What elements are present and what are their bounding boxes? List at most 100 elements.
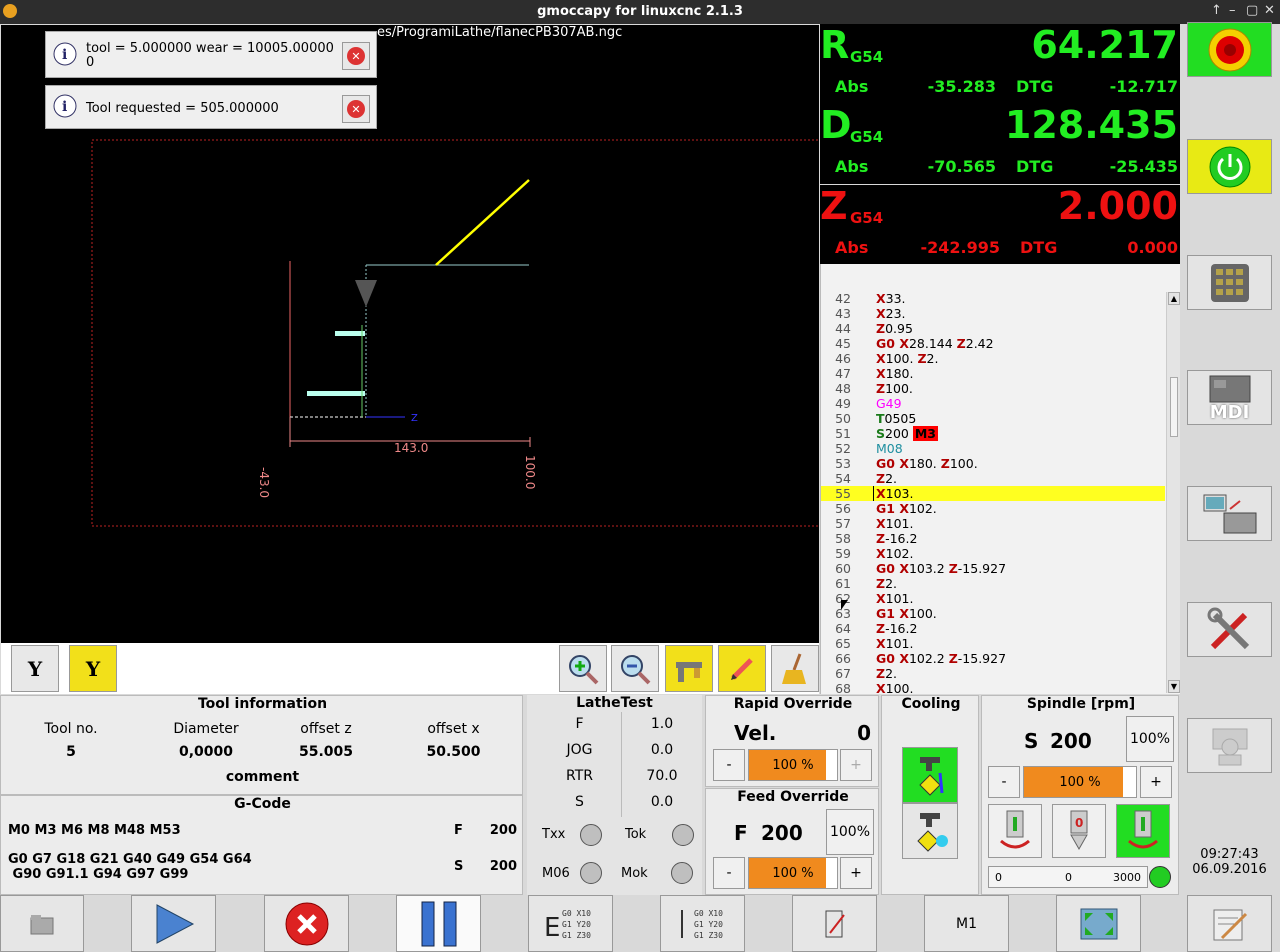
auto-mode-button[interactable] (1187, 486, 1272, 541)
spindle-stop-button[interactable]: 0 (1052, 804, 1106, 858)
spindle-override-slider[interactable]: 100 % (1023, 766, 1137, 798)
gcode-line[interactable]: 54 Z2. (821, 471, 1165, 486)
mdi-button[interactable]: MDI (1187, 370, 1272, 425)
gcode-line[interactable]: 61 Z2. (821, 576, 1165, 591)
manual-mode-button[interactable] (1187, 255, 1272, 310)
close-notification-button[interactable]: ✕ (342, 95, 370, 123)
spindle-increase-button[interactable]: + (1140, 766, 1172, 798)
gcode-line[interactable]: 45 G0 X28.144 Z2.42 (821, 336, 1165, 351)
user-tabs-button[interactable] (1187, 718, 1272, 773)
gcode-scrollbar[interactable]: ▲ ▼ (1166, 292, 1180, 693)
settings-button[interactable] (1187, 602, 1272, 657)
rapid-increase-button[interactable]: + (840, 749, 872, 781)
gcode-line[interactable]: 60 G0 X103.2 Z-15.927 (821, 561, 1165, 576)
view-y-button[interactable]: Y (11, 645, 59, 692)
gcode-line[interactable]: 42 X33. (821, 291, 1165, 306)
diameter-value: 0,0000 (178, 744, 234, 760)
gcode-line[interactable]: 50 T0505 (821, 411, 1165, 426)
minimize-icon[interactable]: – (1229, 3, 1236, 18)
fullscreen-button[interactable] (1056, 895, 1141, 952)
feed-reset-button[interactable]: 100% (826, 809, 874, 855)
bar-min: 0 (995, 871, 1002, 884)
open-file-button[interactable] (0, 895, 84, 952)
gcode-line[interactable]: 63 G1 X100. (821, 606, 1165, 621)
spindle-cw-button[interactable] (1116, 804, 1170, 858)
optional-stop-button[interactable]: M1 (924, 895, 1009, 952)
gcode-line[interactable]: 57 X101. (821, 516, 1165, 531)
stop-button[interactable] (264, 895, 349, 952)
optional-block-delete-button[interactable] (792, 895, 877, 952)
mdi-label: MDI (1209, 401, 1250, 423)
spindle-decrease-button[interactable]: - (988, 766, 1020, 798)
close-notification-button[interactable]: ✕ (342, 42, 370, 70)
gcode-line[interactable]: 67 Z2. (821, 666, 1165, 681)
feed-decrease-button[interactable]: - (713, 857, 745, 889)
pause-icon (421, 901, 456, 946)
gcode-line[interactable]: 44 Z0.95 (821, 321, 1165, 336)
gcode-line[interactable]: 58 Z-16.2 (821, 531, 1165, 546)
scroll-thumb[interactable] (1170, 377, 1178, 437)
gcode-line[interactable]: 48 Z100. (821, 381, 1165, 396)
gcode-line[interactable]: 68 X100. (821, 681, 1165, 696)
scroll-down-icon[interactable]: ▼ (1168, 680, 1180, 693)
maximize-icon[interactable]: ▢ (1246, 3, 1258, 18)
gcode-line[interactable]: 47 X180. (821, 366, 1165, 381)
gcode-line[interactable]: 56 G1 X102. (821, 501, 1165, 516)
info-icon: i (53, 42, 77, 66)
line-code: Z100. (876, 381, 913, 396)
gcode-view[interactable]: 42 X33. 43 X23. 44 Z0.95 45 G0 X28.144 Z2.42 46 X… (820, 264, 1180, 696)
line-code: X101. (876, 591, 914, 606)
clear-plot-button[interactable] (771, 645, 819, 692)
gcode-line[interactable]: 53 G0 X180. Z100. (821, 456, 1165, 471)
gcode-line[interactable]: 49 G49 (821, 396, 1165, 411)
m06-led (580, 862, 602, 884)
diameter-header: Diameter (173, 721, 239, 737)
feed-override-slider[interactable]: 100 % (748, 857, 838, 889)
zoom-in-button[interactable] (559, 645, 607, 692)
gcode-line[interactable]: 62 X101. (821, 591, 1165, 606)
view-y2-button[interactable]: Y (69, 645, 117, 692)
gcode-line[interactable]: 66 G0 X102.2 Z-15.927 (821, 651, 1165, 666)
gcode-line[interactable]: 51 S200 M3 (821, 426, 1165, 441)
scroll-up-icon[interactable]: ▲ (1168, 292, 1180, 305)
gcode-lines[interactable]: 42 X33. 43 X23. 44 Z0.95 45 G0 X28.144 Z2.42 46 X… (821, 289, 1165, 696)
machine-power-button[interactable] (1187, 139, 1272, 194)
run-button[interactable] (131, 895, 216, 952)
edit-button[interactable] (1187, 895, 1272, 952)
gcode-line[interactable]: 65 X101. (821, 636, 1165, 651)
mist-button[interactable] (902, 803, 958, 859)
rapid-override-slider[interactable]: 100 % (748, 749, 838, 781)
close-icon: ✕ (347, 100, 365, 118)
line-number: 59 (835, 546, 851, 561)
flood-button[interactable] (902, 747, 958, 803)
spindle-title: Spindle [rpm] (1026, 696, 1136, 712)
show-path-button[interactable] (718, 645, 766, 692)
rapid-override-panel: Rapid Override Vel. 0 - 100 % + (705, 695, 879, 787)
step-button[interactable]: E G0 X10 G1 Y20 G1 Z30 (528, 895, 613, 952)
feed-increase-button[interactable]: + (840, 857, 872, 889)
clock-date: 06.09.2016 (1192, 862, 1267, 877)
window-up-icon[interactable]: ↑ (1211, 3, 1222, 18)
spindle-ccw-button[interactable] (988, 804, 1042, 858)
close-icon[interactable]: ✕ (1264, 3, 1275, 18)
dro-r[interactable]: R G54 64.217 Abs -35.283 DTG -12.717 (820, 24, 1180, 104)
line-number: 46 (835, 351, 851, 366)
gcode-line[interactable]: 59 X102. (821, 546, 1165, 561)
gcode-line[interactable]: 43 X23. (821, 306, 1165, 321)
zoom-out-button[interactable] (611, 645, 659, 692)
gcode-line[interactable]: 46 X100. Z2. (821, 351, 1165, 366)
dro-d[interactable]: D G54 128.435 Abs -70.565 DTG -25.435 (820, 104, 1180, 184)
show-dimensions-button[interactable] (665, 645, 713, 692)
estop-button[interactable] (1187, 22, 1272, 77)
feed-override-title: Feed Override (737, 789, 849, 805)
gcode-line[interactable]: 52 M08 (821, 441, 1165, 456)
pause-button[interactable] (396, 895, 481, 952)
rapid-decrease-button[interactable]: - (713, 749, 745, 781)
line-code: G0 X103.2 Z-15.927 (876, 561, 1007, 576)
gcode-line[interactable]: 64 Z-16.2 (821, 621, 1165, 636)
run-from-line-button[interactable]: G0 X10 G1 Y20 G1 Z30 (660, 895, 745, 952)
gcode-line[interactable]: 55 X103. (821, 486, 1165, 501)
spindle-reset-button[interactable]: 100% (1126, 716, 1174, 762)
dro-z[interactable]: Z G54 2.000 Abs -242.995 DTG 0.000 (820, 185, 1180, 265)
line-number: 51 (835, 426, 851, 441)
